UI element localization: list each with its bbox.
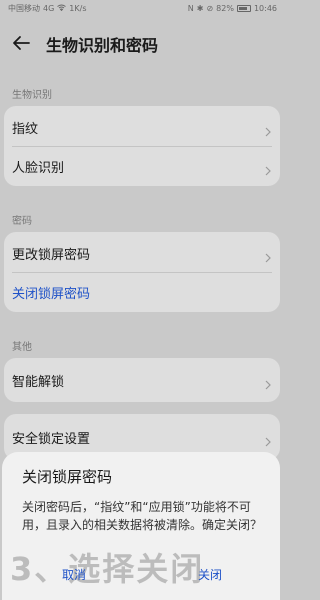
- page-title: 生物识别和密码: [46, 36, 159, 55]
- row-label: 指纹: [12, 121, 39, 137]
- dialog-message: 关闭密码后，“指纹”和“应用锁”功能将不可用，且录入的相关数据将被清除。确定关闭…: [22, 500, 263, 532]
- cancel-button[interactable]: 取消: [62, 566, 86, 583]
- app-header: 生物识别和密码: [0, 26, 285, 62]
- row-label: 人脸识别: [12, 160, 65, 176]
- mute-icon: ⊘: [206, 3, 214, 13]
- network-type: 4G: [43, 3, 55, 13]
- row-fingerprint[interactable]: 指纹: [4, 108, 280, 146]
- confirm-close-button[interactable]: 关闭: [198, 566, 222, 583]
- chevron-right-icon: [264, 122, 272, 137]
- battery-percent: 82%: [216, 3, 234, 13]
- back-arrow-icon[interactable]: [10, 32, 32, 54]
- section-label-password: 密码: [12, 216, 32, 227]
- chevron-right-icon: [264, 161, 272, 176]
- row-label: 更改锁屏密码: [12, 247, 91, 263]
- clock: 10:46: [253, 3, 277, 13]
- row-security-lock-settings[interactable]: 安全锁定设置: [4, 418, 280, 456]
- password-card: 更改锁屏密码 关闭锁屏密码: [4, 232, 280, 312]
- row-smart-unlock[interactable]: 智能解锁: [4, 361, 280, 399]
- carrier-name: 中国移动: [8, 3, 40, 13]
- row-face-recognition[interactable]: 人脸识别: [4, 147, 280, 185]
- chevron-right-icon: [264, 375, 272, 390]
- battery-icon: [236, 4, 251, 12]
- dialog-title: 关闭锁屏密码: [22, 468, 113, 486]
- row-label: 智能解锁: [12, 374, 65, 390]
- chevron-right-icon: [264, 432, 272, 447]
- row-disable-lock-password[interactable]: 关闭锁屏密码: [4, 273, 280, 311]
- biometrics-card: 指纹 人脸识别: [4, 106, 280, 186]
- row-label: 安全锁定设置: [12, 431, 91, 447]
- tutorial-caption: 3、选择关闭: [10, 550, 205, 588]
- section-label-other: 其他: [12, 342, 32, 353]
- row-label: 关闭锁屏密码: [12, 286, 91, 302]
- nfc-icon: N: [187, 3, 194, 13]
- section-label-biometrics: 生物识别: [12, 90, 52, 101]
- chevron-right-icon: [264, 248, 272, 263]
- row-change-lock-password[interactable]: 更改锁屏密码: [4, 234, 280, 272]
- wifi-icon: [57, 4, 67, 13]
- data-speed: 1K/s: [69, 3, 87, 13]
- bluetooth-icon: ✱: [196, 3, 204, 13]
- smart-unlock-card: 智能解锁: [4, 358, 280, 402]
- status-bar: 中国移动 4G 1K/s N ✱ ⊘ 82% 10:46: [0, 0, 285, 16]
